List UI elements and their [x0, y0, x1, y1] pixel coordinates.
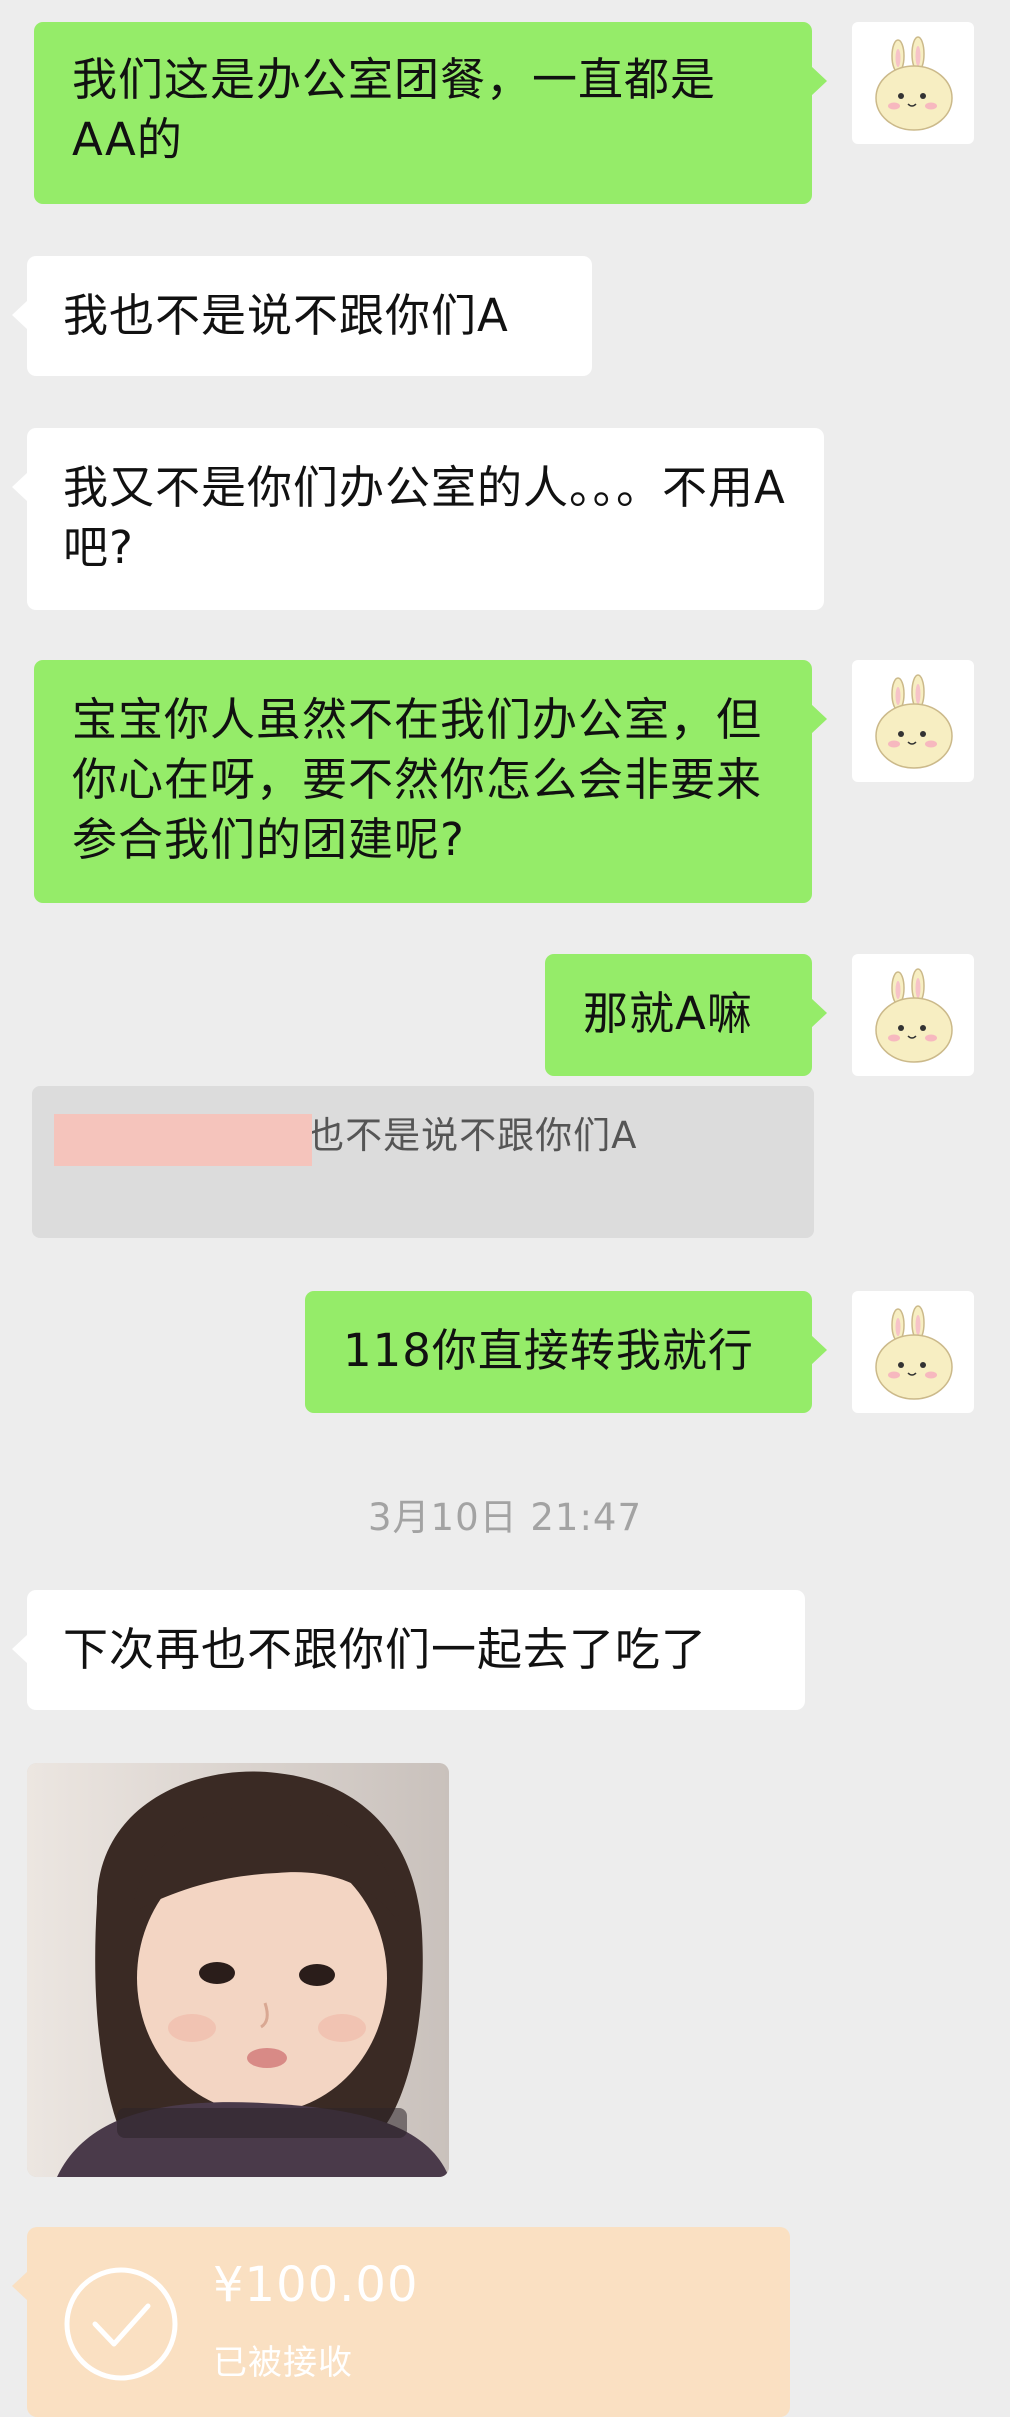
message-text: 我又不是你们办公室的人。。。不用A吧? — [63, 461, 786, 574]
message-text: 118你直接转我就行 — [343, 1324, 754, 1377]
transfer-status: 已被接收 — [213, 2343, 353, 2383]
message-bubble-incoming[interactable]: 我又不是你们办公室的人。。。不用A吧? — [12, 428, 824, 610]
message-bubble-incoming[interactable]: 我也不是说不跟你们A — [12, 256, 592, 376]
message-bubble-outgoing[interactable]: 我们这是办公室团餐，一直都是AA的 — [34, 22, 827, 204]
redacted-name — [54, 1114, 312, 1166]
image-message[interactable] — [27, 1763, 449, 2177]
chat-timestamp: 3月10日 21:47 — [367, 1496, 642, 1539]
check-circle-icon — [61, 2264, 181, 2384]
message-bubble-outgoing[interactable]: 118你直接转我就行 — [305, 1291, 827, 1413]
quoted-message[interactable]: 欠我18元：我也不是说不跟你们A — [32, 1086, 814, 1238]
message-text: 那就A嘛 — [583, 987, 753, 1040]
message-text: 宝宝你人虽然不在我们办公室，但你心在呀，要不然你怎么会非要来参合我们的团建呢? — [72, 693, 763, 866]
bunny-avatar-icon — [875, 1305, 953, 1400]
message-bubble-outgoing[interactable]: 那就A嘛 — [545, 954, 827, 1076]
my-avatar[interactable] — [852, 22, 974, 144]
bunny-avatar-icon — [875, 968, 953, 1063]
message-text: 我也不是说不跟你们A — [63, 289, 509, 342]
bunny-avatar-icon — [875, 36, 953, 131]
transfer-amount: ¥100.00 — [213, 2257, 419, 2313]
transfer-card[interactable]: ¥100.00 已被接收 — [12, 2227, 790, 2417]
message-bubble-outgoing[interactable]: 宝宝你人虽然不在我们办公室，但你心在呀，要不然你怎么会非要来参合我们的团建呢? — [34, 660, 827, 903]
child-photo — [27, 1763, 449, 2177]
my-avatar[interactable] — [852, 660, 974, 782]
message-text: 下次再也不跟你们一起去了吃了 — [63, 1623, 708, 1676]
message-text: 我们这是办公室团餐，一直都是AA的 — [72, 53, 717, 166]
bunny-avatar-icon — [875, 674, 953, 769]
my-avatar[interactable] — [852, 1291, 974, 1413]
message-bubble-incoming[interactable]: 下次再也不跟你们一起去了吃了 — [12, 1590, 805, 1710]
my-avatar[interactable] — [852, 954, 974, 1076]
